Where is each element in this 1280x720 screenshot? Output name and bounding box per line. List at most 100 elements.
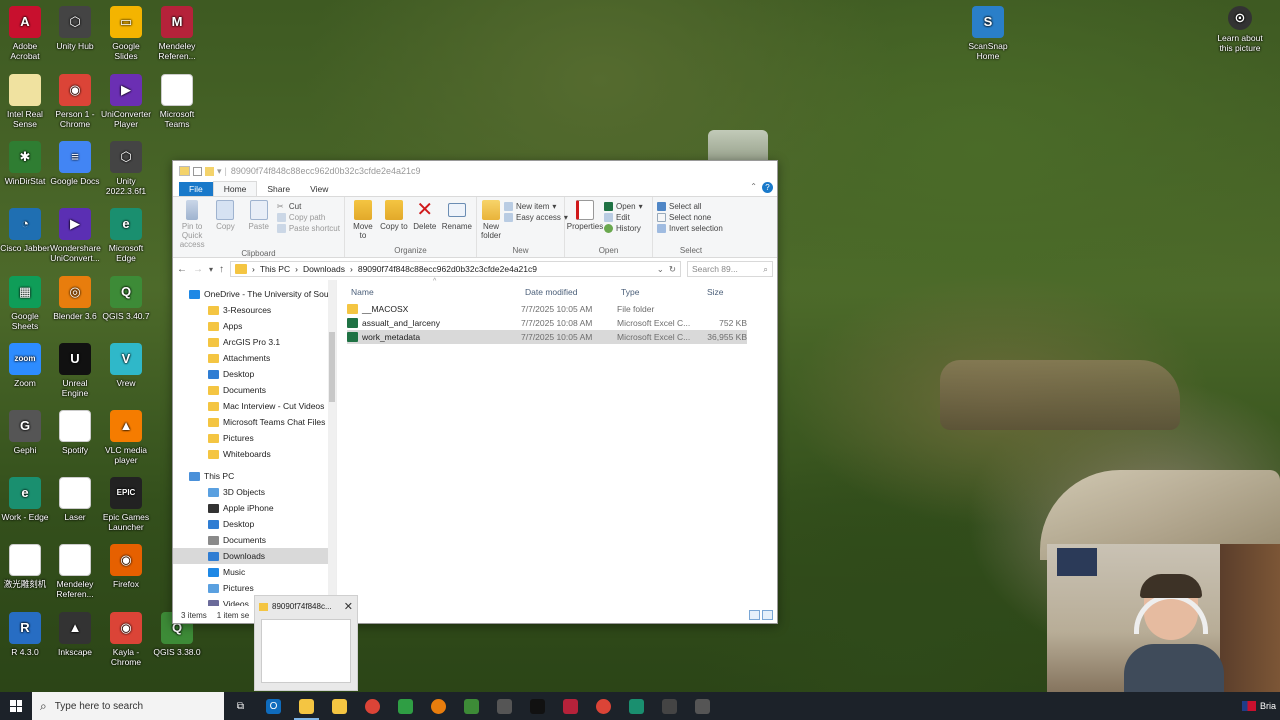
select-all-button[interactable]: Select all [657, 202, 725, 211]
recent-dropdown-icon[interactable]: ▾ [209, 265, 213, 274]
desktop-icon[interactable]: Q QGIS 3.40.7 [101, 276, 151, 321]
tab-view[interactable]: View [300, 182, 338, 196]
desktop-icon[interactable]: Mendeley Referen... [50, 544, 100, 599]
column-date-modified[interactable]: Date modified [511, 287, 607, 297]
desktop-icon[interactable]: ⊙ Learn about this picture [1210, 6, 1270, 53]
nav-item[interactable]: Attachments [173, 350, 336, 366]
breadcrumb-current-folder[interactable]: 89090f74f848c88ecc962d0b32c3cfde2e4a21c9 [358, 264, 537, 274]
nav-onedrive[interactable]: OneDrive - The University of Southern [173, 286, 336, 302]
taskbar-app[interactable] [356, 692, 389, 720]
select-none-button[interactable]: Select none [657, 213, 725, 222]
desktop-icon[interactable]: V Vrew [101, 343, 151, 388]
desktop-icon[interactable]: Spotify [50, 410, 100, 455]
chevron-down-icon[interactable]: ▾ [217, 166, 222, 177]
desktop-icon[interactable]: ▶ UniConverter Player [101, 74, 151, 129]
nav-item[interactable]: Desktop [173, 516, 336, 532]
search-box[interactable]: Search 89... ⌕ [687, 261, 773, 277]
properties-button[interactable]: Properties [567, 200, 603, 231]
desktop-icon[interactable]: ▲ VLC media player [101, 410, 151, 465]
desktop-icon[interactable]: Intel Real Sense [0, 74, 50, 129]
copy-path-button[interactable]: Copy path [276, 213, 340, 222]
taskbar-app[interactable] [455, 692, 488, 720]
address-bar[interactable]: › This PC › Downloads › 89090f74f848c88e… [230, 261, 681, 277]
paste-button[interactable]: Paste [244, 200, 274, 231]
nav-scrollbar[interactable] [328, 280, 336, 606]
nav-item[interactable]: Desktop [173, 366, 336, 382]
taskbar-app[interactable] [587, 692, 620, 720]
desktop-icon[interactable]: ✱ WinDirStat [0, 141, 50, 186]
taskbar-app[interactable] [653, 692, 686, 720]
column-type[interactable]: Type [607, 287, 693, 297]
desktop-icon[interactable]: ◎ Blender 3.6 [50, 276, 100, 321]
column-size[interactable]: Size [693, 287, 737, 297]
history-button[interactable]: History [604, 224, 643, 233]
tab-share[interactable]: Share [257, 182, 300, 196]
refresh-icon[interactable]: ↻ [669, 264, 676, 275]
ribbon-collapse-icon[interactable]: ⌃ [750, 182, 757, 191]
desktop-icon[interactable]: ▲ Inkscape [50, 612, 100, 657]
start-button[interactable] [0, 692, 32, 720]
column-name[interactable]: Name [337, 287, 511, 297]
nav-item[interactable]: Apps [173, 318, 336, 334]
large-icons-view-icon[interactable] [762, 610, 773, 620]
desktop-icon[interactable]: Laser [50, 477, 100, 522]
desktop-icon[interactable]: zoom Zoom [0, 343, 50, 388]
desktop-icon[interactable]: Microsoft Teams [152, 74, 202, 129]
desktop-icon[interactable]: A Adobe Acrobat [0, 6, 50, 61]
back-arrow-icon[interactable]: ← [177, 264, 187, 275]
chevron-down-icon[interactable]: ⌄ [657, 264, 664, 275]
tab-home[interactable]: Home [212, 181, 258, 196]
preview-thumbnail[interactable] [261, 619, 351, 683]
cut-button[interactable]: ✂ Cut [277, 202, 340, 211]
help-icon[interactable]: ? [762, 182, 773, 193]
nav-item[interactable]: Apple iPhone [173, 500, 336, 516]
taskbar-search-input[interactable]: Type here to search [55, 701, 143, 712]
desktop-icon[interactable]: ▶ Wondershare UniConvert... [50, 208, 101, 263]
search-input[interactable]: Search 89... [692, 264, 738, 274]
breadcrumb-downloads[interactable]: Downloads [303, 264, 345, 274]
taskbar-app[interactable]: ⧉ [224, 692, 257, 720]
nav-item[interactable]: 3-Resources [173, 302, 336, 318]
new-folder-button[interactable]: New folder [481, 200, 501, 240]
nav-item[interactable]: Mac Interview - Cut Videos [173, 398, 336, 414]
copy-button[interactable]: Copy [210, 200, 240, 231]
taskbar-app[interactable] [323, 692, 356, 720]
easy-access-button[interactable]: Easy access ▾ [504, 213, 568, 222]
nav-item[interactable]: ArcGIS Pro 3.1 [173, 334, 336, 350]
nav-item[interactable]: Documents [173, 382, 336, 398]
nav-item[interactable]: Pictures [173, 580, 336, 596]
move-to-button[interactable]: Move to [349, 200, 377, 240]
file-row[interactable]: work_metadata 7/7/2025 10:05 AM Microsoft … [347, 330, 747, 344]
rename-button[interactable]: Rename [442, 200, 472, 231]
language-flag-icon[interactable] [1241, 701, 1256, 711]
pin-quick-access-button[interactable]: Pin to Quick access [177, 200, 207, 249]
taskbar-app[interactable] [389, 692, 422, 720]
scrollbar-thumb[interactable] [329, 332, 335, 402]
nav-item[interactable]: Music [173, 564, 336, 580]
forward-arrow-icon[interactable]: → [193, 264, 203, 275]
taskbar-app[interactable] [686, 692, 719, 720]
desktop-icon[interactable]: ≡ Google Docs [50, 141, 100, 186]
up-arrow-icon[interactable]: ↑ [219, 264, 224, 275]
details-view-icon[interactable] [749, 610, 760, 620]
desktop-icon[interactable]: ◉ Firefox [101, 544, 151, 589]
nav-this-pc[interactable]: This PC [173, 468, 336, 484]
desktop-icon[interactable]: M Mendeley Referen... [152, 6, 202, 61]
desktop-icon[interactable]: R R 4.3.0 [0, 612, 50, 657]
open-button[interactable]: Open ▾ [604, 202, 643, 211]
paste-shortcut-button[interactable]: Paste shortcut [276, 224, 340, 233]
taskbar-thumbnail-preview[interactable]: 89090f74f848c... ✕ [254, 595, 358, 691]
desktop-icon[interactable]: ◉ Kayla - Chrome [101, 612, 151, 667]
properties-icon[interactable] [193, 166, 202, 176]
invert-selection-button[interactable]: Invert selection [657, 224, 725, 233]
taskbar-app[interactable] [620, 692, 653, 720]
breadcrumb-this-pc[interactable]: This PC [260, 264, 290, 274]
desktop-icon[interactable]: ◉ Person 1 - Chrome [50, 74, 100, 129]
nav-item[interactable]: Documents [173, 532, 336, 548]
desktop-icon[interactable]: e Work - Edge [0, 477, 50, 522]
nav-item[interactable]: Downloads [173, 548, 336, 564]
tab-file[interactable]: File [179, 182, 213, 196]
taskbar-app[interactable]: O [257, 692, 290, 720]
taskbar-app[interactable] [488, 692, 521, 720]
file-row[interactable]: assualt_and_larceny 7/7/2025 10:08 AM Micr… [347, 316, 747, 330]
